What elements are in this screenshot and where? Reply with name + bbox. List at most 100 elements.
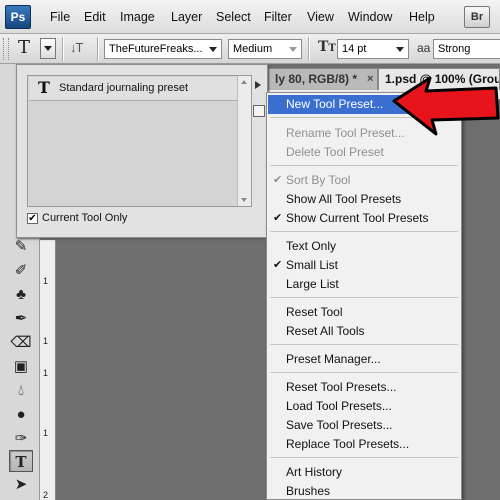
blur-tool-icon[interactable]: 💧︎ bbox=[9, 380, 33, 402]
shape-tool-icon[interactable]: ◻ bbox=[9, 494, 33, 500]
document-tab-title: ly 80, RGB/8) * bbox=[275, 72, 358, 86]
scrollbar[interactable] bbox=[237, 76, 251, 206]
chevron-down-icon bbox=[289, 47, 297, 52]
menu-item-label: Show Current Tool Presets bbox=[286, 211, 429, 225]
menu-separator bbox=[270, 372, 458, 373]
font-family-value: TheFutureFreaks... bbox=[109, 43, 203, 55]
new-preset-button[interactable] bbox=[253, 105, 265, 117]
vertical-ruler: 1 1 1 1 2 bbox=[40, 240, 56, 500]
antialias-dropdown[interactable]: Strong bbox=[433, 39, 500, 59]
chevron-right-icon bbox=[255, 81, 261, 89]
preset-name: Standard journaling preset bbox=[59, 82, 189, 94]
menu-item-replace-tool-presets[interactable]: Replace Tool Presets... bbox=[268, 435, 460, 454]
menu-item-label: Sort By Tool bbox=[286, 173, 351, 187]
font-size-dropdown[interactable]: 14 pt bbox=[337, 39, 409, 59]
menu-item-reset-tool-presets[interactable]: Reset Tool Presets... bbox=[268, 378, 460, 397]
healing-brush-tool-icon[interactable]: ✎ bbox=[9, 236, 33, 258]
font-style-value: Medium bbox=[233, 43, 273, 55]
check-icon: ✔ bbox=[273, 259, 283, 271]
preset-flyout-menu: New Tool Preset... Rename Tool Preset...… bbox=[266, 92, 462, 500]
menu-separator bbox=[270, 457, 458, 458]
photoshop-logo[interactable]: Ps bbox=[5, 5, 31, 29]
check-icon: ✔ bbox=[273, 174, 283, 186]
font-family-dropdown[interactable]: TheFutureFreaks... bbox=[104, 39, 222, 59]
type-tool-button[interactable]: T bbox=[9, 450, 33, 472]
check-icon: ✔ bbox=[273, 212, 283, 224]
font-size-value: 14 pt bbox=[342, 43, 367, 55]
menu-item-sort-by-tool[interactable]: ✔ Sort By Tool bbox=[268, 171, 460, 190]
menu-file[interactable]: File bbox=[50, 10, 70, 24]
list-item[interactable]: T Standard journaling preset bbox=[29, 77, 237, 101]
bridge-button[interactable]: Br bbox=[464, 6, 490, 28]
ruler-label: 1 bbox=[43, 428, 49, 438]
tool-preset-picker: T Standard journaling preset ✔ Current T… bbox=[16, 64, 268, 238]
menu-edit[interactable]: Edit bbox=[84, 10, 106, 24]
menu-item-show-current-tool-presets[interactable]: ✔ Show Current Tool Presets bbox=[268, 209, 460, 228]
ruler-label: 1 bbox=[43, 336, 49, 346]
chevron-down-icon bbox=[396, 47, 404, 52]
ruler-label: 1 bbox=[43, 368, 49, 378]
menu-help[interactable]: Help bbox=[409, 10, 435, 24]
path-selection-tool-icon[interactable]: ➤ bbox=[9, 474, 33, 496]
ruler-label: 2 bbox=[43, 490, 49, 500]
chevron-down-icon bbox=[209, 47, 217, 52]
menu-select[interactable]: Select bbox=[216, 10, 251, 24]
history-brush-tool-icon[interactable]: ✒ bbox=[9, 308, 33, 330]
brush-tool-icon[interactable]: ✐ bbox=[9, 260, 33, 282]
pen-tool-icon[interactable]: ✑ bbox=[9, 428, 33, 450]
canvas-background bbox=[56, 240, 268, 500]
options-bar-grip[interactable] bbox=[3, 38, 9, 60]
menu-item-brushes[interactable]: Brushes bbox=[268, 482, 460, 500]
close-icon[interactable]: × bbox=[367, 69, 373, 89]
type-tool-icon: T bbox=[18, 37, 31, 58]
antialias-icon: aa bbox=[417, 41, 431, 55]
menu-image[interactable]: Image bbox=[120, 10, 155, 24]
menu-separator bbox=[270, 165, 458, 166]
clone-stamp-tool-icon[interactable]: ♣ bbox=[9, 284, 33, 306]
gradient-tool-icon[interactable]: ▣ bbox=[9, 356, 33, 378]
menu-window[interactable]: Window bbox=[348, 10, 392, 24]
menu-item-reset-all-tools[interactable]: Reset All Tools bbox=[268, 322, 460, 341]
menu-item-text-only[interactable]: Text Only bbox=[268, 237, 460, 256]
options-bar: T ↓T TheFutureFreaks... Medium TT 14 pt … bbox=[0, 34, 500, 64]
separator bbox=[97, 37, 99, 61]
menu-item-label: Small List bbox=[286, 258, 339, 272]
menu-filter[interactable]: Filter bbox=[264, 10, 292, 24]
ruler-label: 1 bbox=[43, 276, 49, 286]
tool-preset-picker-button[interactable] bbox=[40, 38, 56, 59]
menu-item-art-history[interactable]: Art History bbox=[268, 463, 460, 482]
scroll-down-icon[interactable] bbox=[241, 198, 247, 202]
menu-item-save-tool-presets[interactable]: Save Tool Presets... bbox=[268, 416, 460, 435]
scroll-up-icon[interactable] bbox=[241, 80, 247, 84]
font-style-dropdown[interactable]: Medium bbox=[228, 39, 302, 59]
menu-separator bbox=[270, 231, 458, 232]
menu-layer[interactable]: Layer bbox=[171, 10, 202, 24]
eraser-tool-icon[interactable]: ⌫ bbox=[9, 332, 33, 354]
separator bbox=[62, 37, 64, 61]
menu-item-large-list[interactable]: Large List bbox=[268, 275, 460, 294]
menu-item-preset-manager[interactable]: Preset Manager... bbox=[268, 350, 460, 369]
menu-item-load-tool-presets[interactable]: Load Tool Presets... bbox=[268, 397, 460, 416]
menu-view[interactable]: View bbox=[307, 10, 334, 24]
preset-list: T Standard journaling preset bbox=[27, 75, 252, 207]
type-tool-icon: T bbox=[38, 78, 50, 97]
menu-item-reset-tool[interactable]: Reset Tool bbox=[268, 303, 460, 322]
menu-item-show-all-tool-presets[interactable]: Show All Tool Presets bbox=[268, 190, 460, 209]
menu-item-delete-tool-preset[interactable]: Delete Tool Preset bbox=[268, 143, 460, 162]
menu-separator bbox=[270, 344, 458, 345]
font-size-icon: TT bbox=[318, 39, 336, 55]
menu-item-small-list[interactable]: ✔ Small List bbox=[268, 256, 460, 275]
panel-menu-button[interactable] bbox=[253, 81, 263, 91]
menu-bar: Ps File Edit Image Layer Select Filter V… bbox=[0, 0, 500, 34]
red-arrow-annotation bbox=[392, 76, 500, 136]
antialias-value: Strong bbox=[438, 43, 471, 55]
arrow-shape bbox=[392, 76, 500, 136]
text-orientation-icon[interactable]: ↓T bbox=[70, 40, 83, 55]
current-tool-only-label: Current Tool Only bbox=[42, 212, 128, 224]
chevron-down-icon bbox=[44, 46, 52, 51]
dodge-tool-icon[interactable]: ● bbox=[9, 404, 33, 426]
current-tool-only-checkbox[interactable]: ✔ bbox=[27, 213, 38, 224]
separator bbox=[308, 37, 310, 61]
document-tab[interactable]: ly 80, RGB/8) * × bbox=[268, 68, 378, 90]
menu-separator bbox=[270, 297, 458, 298]
